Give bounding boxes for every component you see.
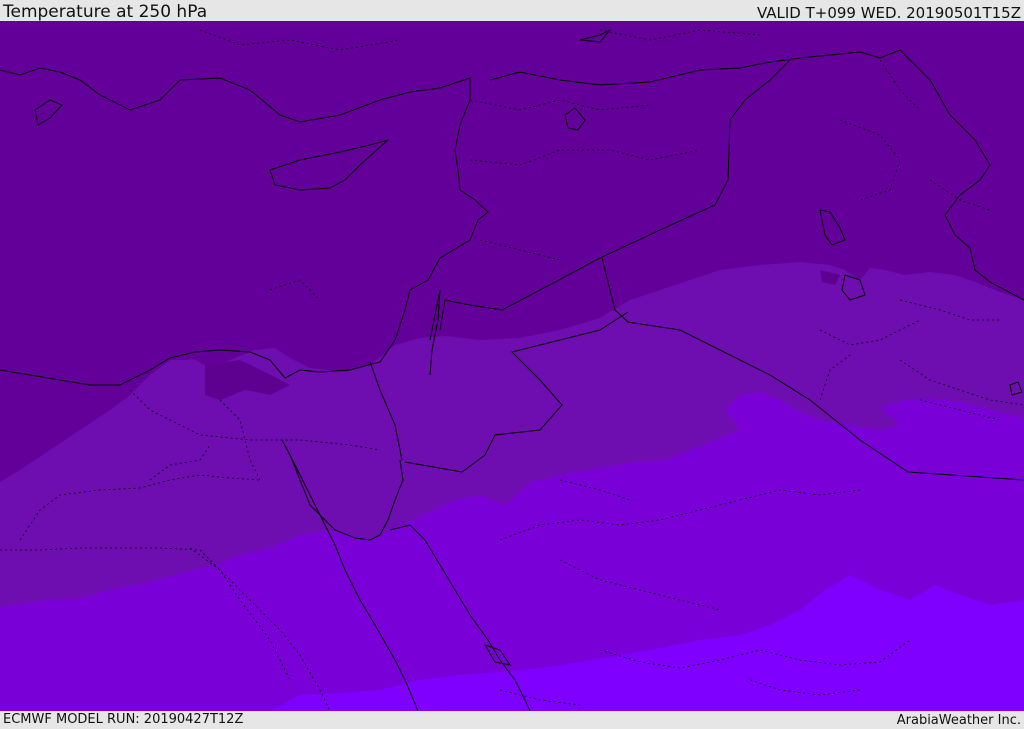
header-bar: Temperature at 250 hPa VALID T+099 WED. … (0, 0, 1024, 21)
credit: ArabiaWeather Inc. (896, 713, 1021, 728)
model-run: ECMWF MODEL RUN: 20190427T12Z (3, 712, 244, 727)
valid-time: VALID T+099 WED. 20190501T15Z (756, 4, 1021, 22)
map-title: Temperature at 250 hPa (3, 2, 208, 22)
temperature-map[interactable] (0, 21, 1024, 711)
map-viewer: Temperature at 250 hPa VALID T+099 WED. … (0, 0, 1024, 729)
map-canvas[interactable] (0, 21, 1024, 711)
footer-bar: ECMWF MODEL RUN: 20190427T12Z ArabiaWeat… (0, 711, 1024, 729)
